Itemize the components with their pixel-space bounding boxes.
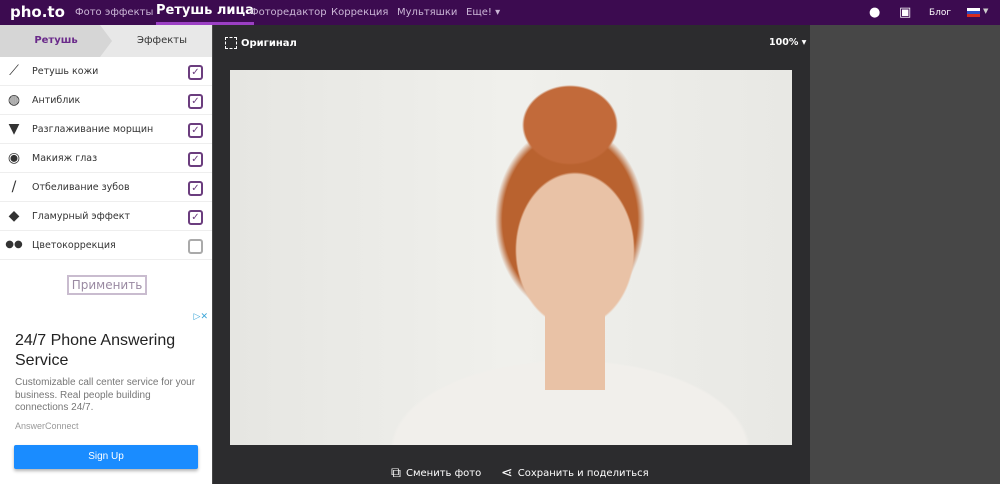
list-item[interactable]: / Отбеливание зубов ✓ [0, 173, 212, 202]
ad-brand: AnswerConnect [15, 421, 79, 431]
left-panel: Ретушь Эффекты ⟋ Ретушь кожи ✓ ◍ Антиблик ✓ … [0, 25, 212, 484]
chevron-down-icon[interactable]: ▼ [983, 7, 988, 15]
eye-icon: ◉ [7, 150, 21, 166]
editor-area: Оригинал 100% ▾ ⧉ Сменить фото ⋖ Сохранить… [213, 25, 810, 484]
checkbox[interactable] [188, 239, 203, 254]
android-icon[interactable]: ▣ [899, 5, 911, 20]
nav-more[interactable]: Еще! ▾ [466, 7, 500, 18]
ad-title[interactable]: 24/7 Phone Answering Service [15, 331, 195, 371]
logo[interactable]: pho.to [10, 3, 65, 21]
apply-button[interactable]: Применить [67, 275, 147, 295]
diamond-icon: ◆ [8, 208, 20, 224]
compact-icon: ◍ [7, 92, 21, 108]
list-item[interactable]: ◍ Антиблик ✓ [0, 86, 212, 115]
share-button[interactable]: ⋖ Сохранить и поделиться [501, 465, 649, 481]
ad-close-icon[interactable]: ▷✕ [194, 311, 208, 322]
blog-link[interactable]: Блог [929, 8, 951, 18]
nav-photo-effects[interactable]: Фото эффекты [75, 7, 153, 18]
nav-cartoons[interactable]: Мультяшки [397, 7, 457, 18]
list-item[interactable]: ◉ Макияж глаз ✓ [0, 144, 212, 173]
nav-photo-editor[interactable]: Фоторедактор [250, 7, 327, 18]
color-circles-icon: ●● [5, 239, 23, 250]
tab-effects[interactable]: Эффекты [112, 25, 212, 57]
zoom-select[interactable]: 100% ▾ [769, 37, 806, 48]
toothbrush-icon: / [11, 179, 17, 195]
checkbox[interactable]: ✓ [188, 181, 203, 196]
apple-icon[interactable]: ● [869, 5, 880, 20]
original-toggle[interactable]: Оригинал [225, 37, 297, 49]
tab-retouch[interactable]: Ретушь [0, 25, 112, 57]
tube-icon: ▼ [8, 121, 20, 137]
change-photo-button[interactable]: ⧉ Сменить фото [391, 465, 481, 481]
top-nav: pho.to Фото эффекты Ретушь лица Фотореда… [0, 0, 1000, 25]
photos-icon: ⧉ [391, 465, 401, 481]
sign-up-button[interactable]: Sign Up [14, 445, 198, 469]
checkbox[interactable]: ✓ [188, 123, 203, 138]
ad-text: Customizable call center service for you… [15, 377, 196, 413]
list-item[interactable]: ⟋ Ретушь кожи ✓ [0, 57, 212, 86]
checkbox[interactable]: ✓ [188, 65, 203, 80]
brush-icon: ⟋ [9, 63, 19, 79]
list-item[interactable]: ▼ Разглаживание морщин ✓ [0, 115, 212, 144]
compare-icon [225, 37, 237, 49]
ad-banner[interactable]: ▷✕ 24/7 Phone Answering Service Customiz… [2, 309, 210, 484]
nav-face-retouch[interactable]: Ретушь лица [156, 3, 254, 25]
photo-preview [230, 70, 792, 445]
checkbox[interactable]: ✓ [188, 152, 203, 167]
checkbox[interactable]: ✓ [188, 94, 203, 109]
nav-correction[interactable]: Коррекция [331, 7, 388, 18]
tabs: Ретушь Эффекты [0, 25, 212, 57]
checkbox[interactable]: ✓ [188, 210, 203, 225]
russia-flag-icon[interactable] [967, 8, 980, 17]
list-item[interactable]: ◆ Гламурный эффект ✓ [0, 202, 212, 231]
list-item[interactable]: ●● Цветокоррекция [0, 231, 212, 260]
share-icon: ⋖ [501, 465, 513, 481]
